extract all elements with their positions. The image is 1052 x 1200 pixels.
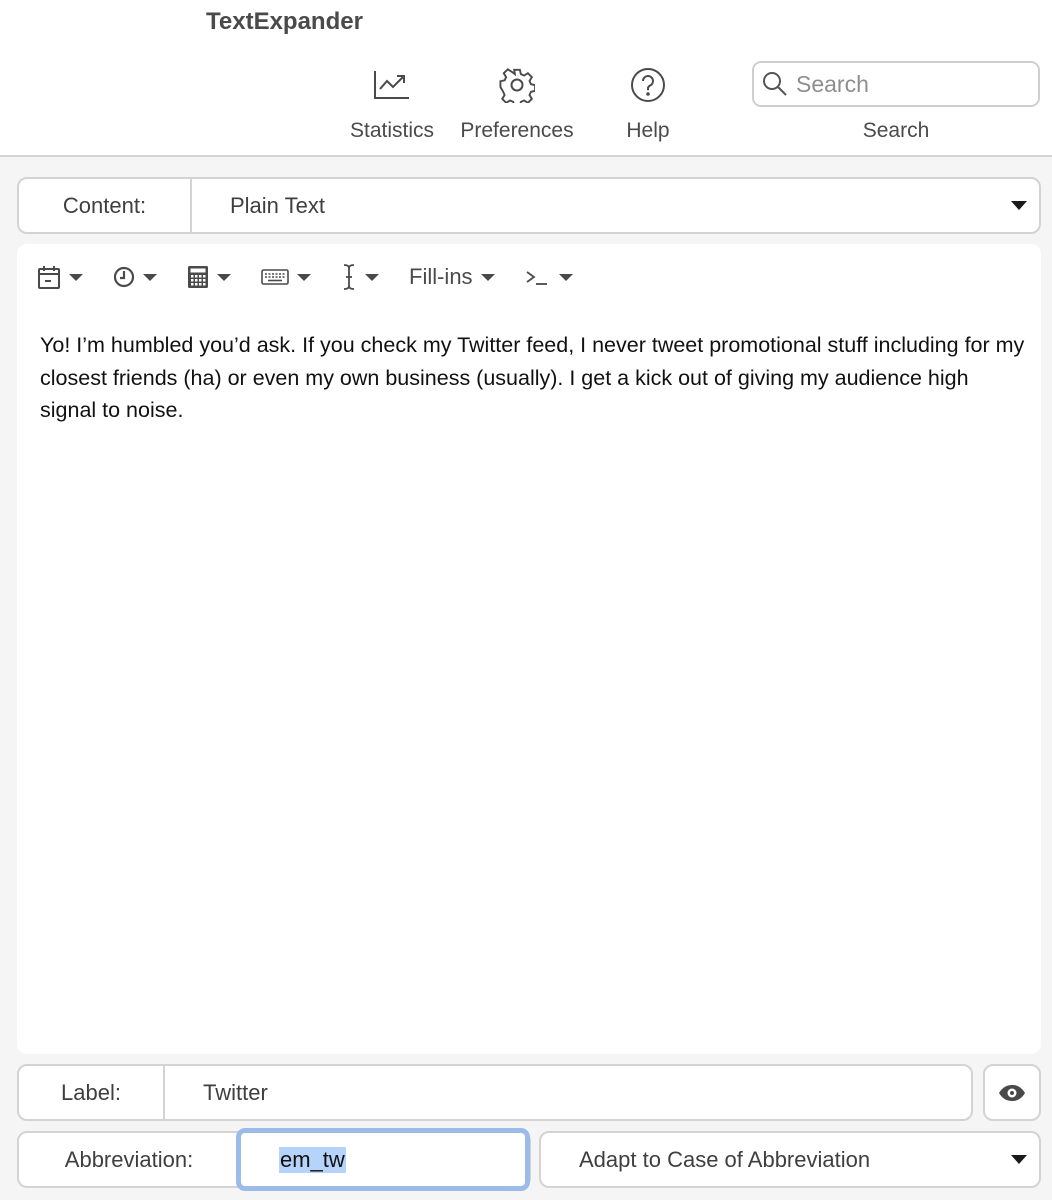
search-input[interactable]	[796, 70, 1016, 98]
insert-calculation-menu[interactable]	[187, 265, 231, 289]
window-titlebar: TextExpander Statistics Preferences Help…	[0, 0, 1052, 157]
snippet-editor[interactable]: Fill-ins Yo! I’m humbled you’d ask. If y…	[17, 244, 1041, 1054]
calculator-icon	[188, 266, 208, 288]
search-caption: Search	[862, 119, 930, 142]
label-field[interactable]: Label: Twitter	[17, 1064, 973, 1121]
insert-date-menu[interactable]	[37, 264, 83, 290]
help-question-icon	[631, 68, 665, 102]
help-button[interactable]: Help	[613, 62, 683, 143]
menu-caret-icon	[143, 273, 157, 281]
editor-toolbar: Fill-ins	[37, 262, 603, 292]
insert-cursor-menu[interactable]	[341, 263, 379, 291]
clock-icon	[113, 266, 135, 288]
search-field[interactable]	[752, 61, 1040, 107]
statistics-chart-icon	[374, 71, 409, 99]
statistics-button[interactable]: Statistics	[342, 62, 442, 143]
case-option-value: Adapt to Case of Abbreviation	[579, 1146, 871, 1172]
fill-ins-label: Fill-ins	[409, 264, 473, 289]
abbreviation-value: em_tw	[279, 1146, 346, 1173]
text-cursor-icon	[343, 264, 355, 290]
insert-time-menu[interactable]	[113, 266, 157, 288]
label-input[interactable]: Twitter	[165, 1080, 971, 1106]
menu-caret-icon	[365, 273, 379, 281]
statistics-label: Statistics	[349, 119, 435, 142]
gear-icon	[499, 68, 535, 103]
eye-icon	[999, 1084, 1025, 1101]
search-group: Search	[752, 61, 1040, 143]
app-title: TextExpander	[206, 8, 363, 35]
insert-key-menu[interactable]	[261, 268, 311, 286]
label-field-label: Label:	[19, 1066, 165, 1119]
abbreviation-input[interactable]: em_tw	[236, 1128, 530, 1191]
snippet-content-text[interactable]: Yo! I’m humbled you’d ask. If you check …	[40, 329, 1030, 427]
chevron-down-icon	[1011, 201, 1027, 210]
menu-caret-icon	[69, 273, 83, 281]
menu-caret-icon	[558, 273, 573, 281]
terminal-prompt-icon	[526, 271, 547, 285]
preview-button[interactable]	[983, 1064, 1041, 1121]
chevron-down-icon	[1011, 1155, 1027, 1164]
abbreviation-label: Abbreviation:	[64, 1146, 194, 1172]
preferences-label: Preferences	[460, 119, 574, 142]
menu-caret-icon	[480, 273, 495, 281]
help-label: Help	[626, 119, 670, 142]
insert-script-menu[interactable]	[525, 267, 573, 287]
fill-ins-menu[interactable]: Fill-ins	[409, 264, 495, 290]
case-option-select[interactable]: Adapt to Case of Abbreviation	[539, 1131, 1041, 1188]
content-type-select[interactable]: Content: Plain Text	[17, 177, 1041, 234]
calendar-icon	[38, 266, 60, 289]
menu-caret-icon	[297, 273, 311, 281]
keyboard-icon	[261, 269, 289, 285]
menu-caret-icon	[217, 273, 231, 281]
search-icon	[763, 72, 787, 96]
preferences-button[interactable]: Preferences	[453, 62, 581, 143]
content-type-value: Plain Text	[230, 192, 325, 218]
content-type-label: Content:	[19, 179, 192, 232]
